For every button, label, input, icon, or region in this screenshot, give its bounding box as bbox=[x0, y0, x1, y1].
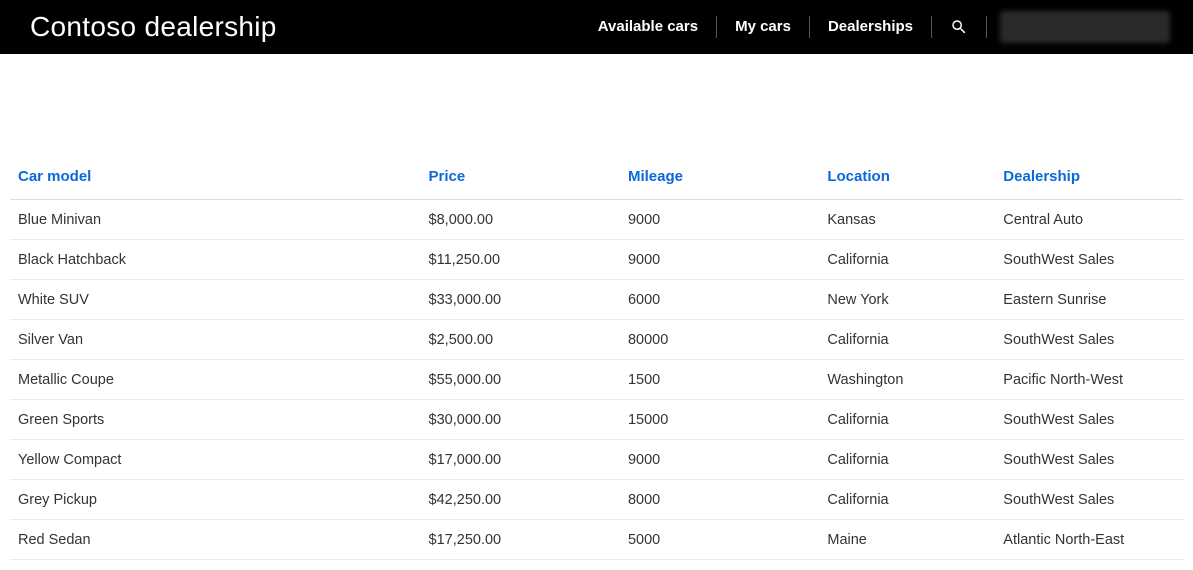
cell-price: $55,000.00 bbox=[421, 360, 620, 400]
cell-mileage: 9000 bbox=[620, 240, 819, 280]
nav-available-cars[interactable]: Available cars bbox=[580, 17, 716, 37]
table-row[interactable]: Silver Van$2,500.0080000CaliforniaSouthW… bbox=[10, 320, 1183, 360]
cell-location: New York bbox=[819, 280, 995, 320]
nav-separator bbox=[986, 16, 987, 38]
table-row[interactable]: White SUV$33,000.006000New YorkEastern S… bbox=[10, 280, 1183, 320]
nav-my-cars[interactable]: My cars bbox=[717, 17, 809, 37]
cell-model: Silver Van bbox=[10, 320, 421, 360]
col-header-price[interactable]: Price bbox=[421, 154, 620, 200]
cell-price: $42,250.00 bbox=[421, 480, 620, 520]
cell-price: $17,000.00 bbox=[421, 440, 620, 480]
table-row[interactable]: Grey Pickup$42,250.008000CaliforniaSouth… bbox=[10, 480, 1183, 520]
cell-mileage: 80000 bbox=[620, 320, 819, 360]
nav-dealerships[interactable]: Dealerships bbox=[810, 17, 931, 37]
col-header-mileage[interactable]: Mileage bbox=[620, 154, 819, 200]
cell-dealership: SouthWest Sales bbox=[995, 480, 1183, 520]
cell-model: White SUV bbox=[10, 280, 421, 320]
cars-table: Car model Price Mileage Location Dealers… bbox=[10, 154, 1183, 560]
cell-location: California bbox=[819, 240, 995, 280]
table-row[interactable]: Yellow Compact$17,000.009000CaliforniaSo… bbox=[10, 440, 1183, 480]
table-row[interactable]: Blue Minivan$8,000.009000KansasCentral A… bbox=[10, 200, 1183, 240]
cell-dealership: Pacific North-West bbox=[995, 360, 1183, 400]
cell-location: California bbox=[819, 400, 995, 440]
content: Car model Price Mileage Location Dealers… bbox=[0, 154, 1193, 570]
cell-model: Yellow Compact bbox=[10, 440, 421, 480]
table-header-row: Car model Price Mileage Location Dealers… bbox=[10, 154, 1183, 200]
search-icon[interactable] bbox=[932, 18, 986, 36]
cell-mileage: 1500 bbox=[620, 360, 819, 400]
nav: Available cars My cars Dealerships bbox=[580, 0, 1169, 54]
cell-dealership: SouthWest Sales bbox=[995, 320, 1183, 360]
cell-mileage: 8000 bbox=[620, 480, 819, 520]
page-title: Contoso dealership bbox=[30, 11, 277, 43]
table-row[interactable]: Black Hatchback$11,250.009000CaliforniaS… bbox=[10, 240, 1183, 280]
cell-location: California bbox=[819, 320, 995, 360]
cell-model: Grey Pickup bbox=[10, 480, 421, 520]
cell-price: $2,500.00 bbox=[421, 320, 620, 360]
cell-mileage: 9000 bbox=[620, 200, 819, 240]
cell-dealership: Eastern Sunrise bbox=[995, 280, 1183, 320]
user-menu[interactable] bbox=[1001, 12, 1169, 42]
cell-location: California bbox=[819, 440, 995, 480]
table-row[interactable]: Green Sports$30,000.0015000CaliforniaSou… bbox=[10, 400, 1183, 440]
col-header-model[interactable]: Car model bbox=[10, 154, 421, 200]
cell-dealership: SouthWest Sales bbox=[995, 440, 1183, 480]
cell-mileage: 15000 bbox=[620, 400, 819, 440]
cell-price: $30,000.00 bbox=[421, 400, 620, 440]
col-header-location[interactable]: Location bbox=[819, 154, 995, 200]
cell-model: Metallic Coupe bbox=[10, 360, 421, 400]
cell-mileage: 6000 bbox=[620, 280, 819, 320]
cell-model: Blue Minivan bbox=[10, 200, 421, 240]
cell-location: Washington bbox=[819, 360, 995, 400]
cell-price: $11,250.00 bbox=[421, 240, 620, 280]
cell-price: $33,000.00 bbox=[421, 280, 620, 320]
cell-dealership: SouthWest Sales bbox=[995, 240, 1183, 280]
cell-price: $8,000.00 bbox=[421, 200, 620, 240]
cell-model: Green Sports bbox=[10, 400, 421, 440]
header: Contoso dealership Available cars My car… bbox=[0, 0, 1193, 54]
cell-location: California bbox=[819, 480, 995, 520]
cell-mileage: 9000 bbox=[620, 440, 819, 480]
col-header-dealership[interactable]: Dealership bbox=[995, 154, 1183, 200]
cell-dealership: Central Auto bbox=[995, 200, 1183, 240]
cell-dealership: SouthWest Sales bbox=[995, 400, 1183, 440]
table-row[interactable]: Metallic Coupe$55,000.001500WashingtonPa… bbox=[10, 360, 1183, 400]
cell-model: Black Hatchback bbox=[10, 240, 421, 280]
cell-location: Kansas bbox=[819, 200, 995, 240]
